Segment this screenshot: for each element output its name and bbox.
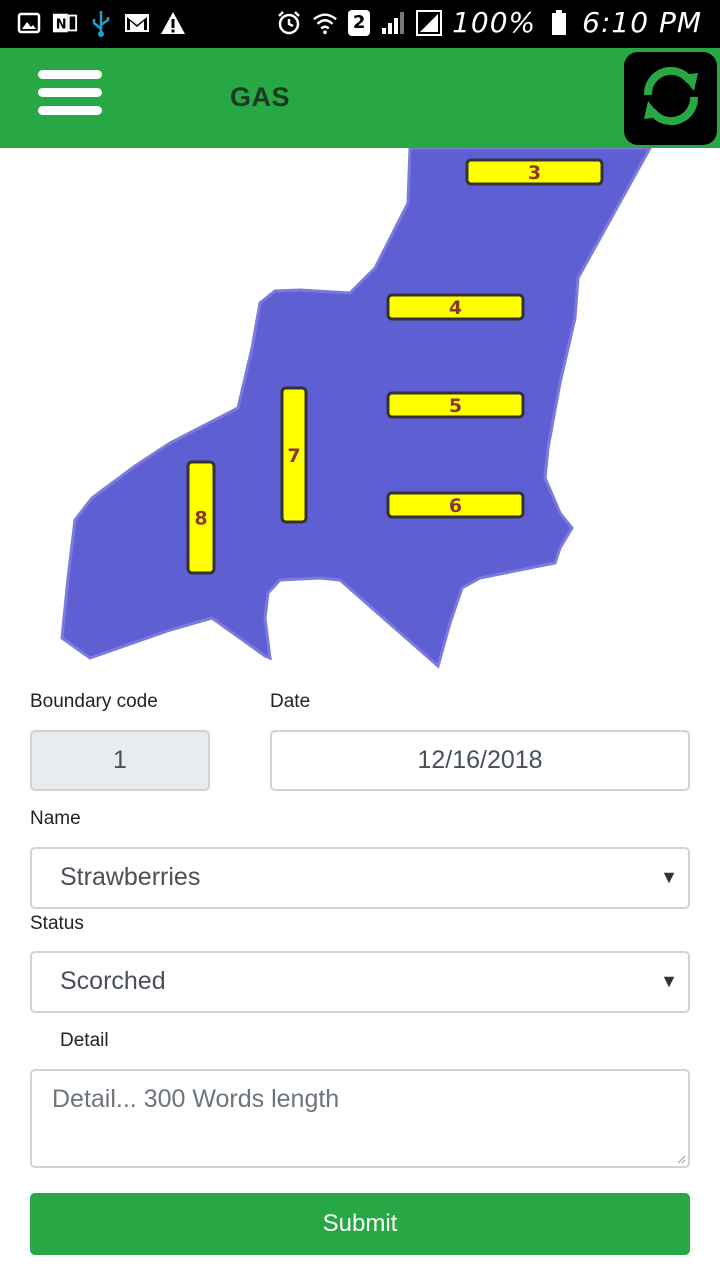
date-label: Date [270,691,311,712]
detail-label: Detail [60,1030,109,1051]
signal-icon [380,10,406,36]
chevron-down-icon: ▼ [660,971,678,991]
refresh-button[interactable] [624,52,717,145]
battery-percent: 100% [452,6,537,39]
field-boundary[interactable] [60,146,653,669]
app-bar: GAS [0,48,720,148]
onenote-icon: N [52,10,78,36]
date-value: 12/16/2018 [417,746,543,774]
status-label: Status [30,913,84,934]
alarm-icon [276,10,302,36]
boundary-code-label: Boundary code [30,691,158,712]
detail-placeholder: Detail... 300 Words length [52,1085,340,1113]
name-label: Name [30,808,81,829]
plot-label: 6 [449,495,462,517]
wifi-icon [312,10,338,36]
plot-label: 8 [194,508,207,530]
plot-label: 4 [449,297,462,319]
usb-icon [88,10,114,37]
sim-badge: 2 [348,9,371,36]
status-value: Scorched [60,967,166,995]
name-value: Strawberries [60,863,201,891]
system-status: 2 100% 6:10 PM [276,6,702,39]
status-select[interactable]: Scorched ▼ [30,951,690,1013]
warning-icon [160,10,186,36]
status-bar: N 2 100% 6:10 PM [0,0,720,48]
boundary-code-field: 1 [30,730,210,791]
plot-label: 5 [449,395,462,417]
notification-icons: N [16,10,186,37]
page-title: GAS [230,82,291,112]
name-select[interactable]: Strawberries ▼ [30,847,690,909]
field-map: 3 4 5 6 7 8 [0,146,720,678]
signal-icon [416,9,443,36]
plot-label: 3 [528,162,541,184]
refresh-icon [634,59,708,138]
clock: 6:10 PM [582,6,702,39]
plot-label: 7 [287,445,300,467]
chevron-down-icon: ▼ [660,867,678,887]
submit-button[interactable]: Submit [30,1193,690,1255]
boundary-code-value: 1 [113,746,127,774]
menu-button[interactable] [38,70,104,118]
date-field[interactable]: 12/16/2018 [270,730,690,791]
battery-icon [546,9,572,36]
hamburger-icon [38,70,102,79]
svg-text:N: N [56,18,67,33]
detail-textarea[interactable]: Detail... 300 Words length [30,1069,690,1168]
resize-handle-icon[interactable] [676,1154,686,1164]
gmail-icon [124,10,150,36]
gallery-icon [16,10,42,36]
